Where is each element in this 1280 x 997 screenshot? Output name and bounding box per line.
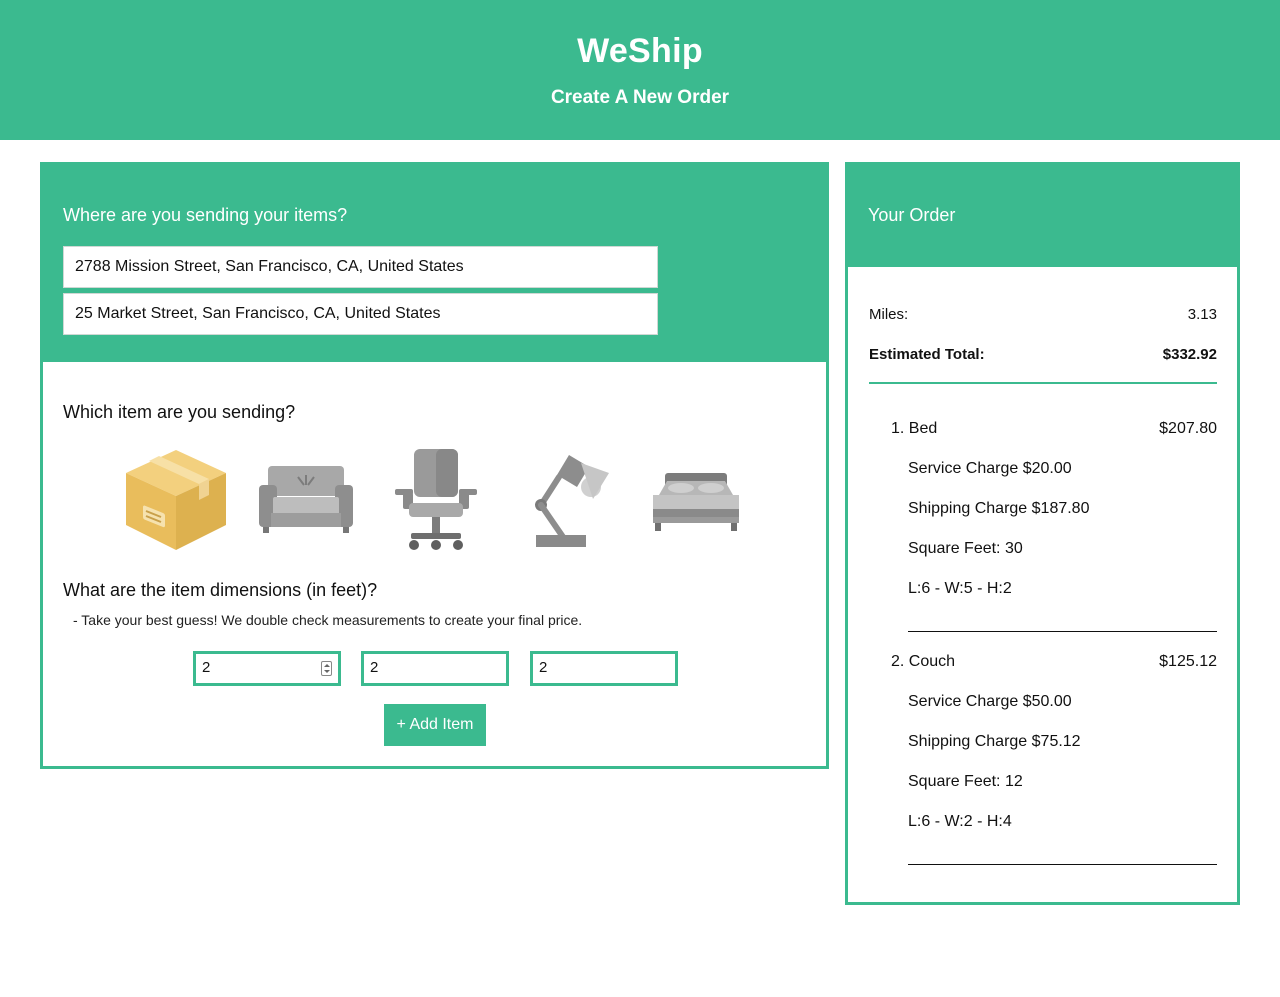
- brand-title: WeShip: [577, 32, 703, 70]
- square-feet: Square Feet: 12: [908, 773, 1023, 790]
- width-input[interactable]: 2: [361, 651, 509, 686]
- service-charge: Service Charge $20.00: [908, 460, 1072, 477]
- box-icon[interactable]: [121, 445, 231, 555]
- order-title: Your Order: [868, 205, 956, 225]
- item-question: Which item are you sending?: [63, 402, 296, 422]
- bed-icon[interactable]: [641, 445, 751, 555]
- order-item-price: $125.12: [1159, 653, 1217, 670]
- length-value: 2: [202, 659, 211, 676]
- destination-question: Where are you sending your items?: [63, 205, 348, 225]
- desk-lamp-icon[interactable]: [511, 445, 621, 555]
- add-item-button[interactable]: + Add Item: [384, 704, 486, 746]
- dimensions-hint: - Take your best guess! We double check …: [73, 612, 583, 628]
- order-summary-header: Your Order: [848, 165, 1237, 267]
- order-item-price: $207.80: [1159, 420, 1217, 437]
- summary-divider: [869, 382, 1217, 384]
- square-feet: Square Feet: 30: [908, 540, 1023, 557]
- height-value: 2: [539, 659, 548, 676]
- from-address-input[interactable]: [63, 246, 658, 288]
- width-value: 2: [370, 659, 379, 676]
- app-header: WeShip Create A New Order: [0, 0, 1280, 140]
- couch-icon[interactable]: [251, 445, 361, 555]
- miles-row: Miles: 3.13: [869, 306, 1217, 323]
- item-divider: [908, 864, 1217, 865]
- item-dimensions: L:6 - W:2 - H:4: [908, 813, 1012, 830]
- shipping-charge: Shipping Charge $75.12: [908, 733, 1081, 750]
- item-divider: [908, 631, 1217, 632]
- height-input[interactable]: 2: [530, 651, 678, 686]
- number-spinner-icon[interactable]: [321, 661, 332, 676]
- total-value: $332.92: [1162, 346, 1217, 363]
- order-item: 1. Bed $207.80: [891, 420, 1217, 438]
- miles-label: Miles:: [869, 306, 909, 323]
- to-address-input[interactable]: [63, 293, 658, 335]
- order-summary: Your Order Miles: 3.13 Estimated Total: …: [845, 162, 1240, 905]
- length-input[interactable]: 2: [193, 651, 341, 686]
- page-subtitle: Create A New Order: [550, 87, 730, 108]
- order-item-name: 2. Couch: [891, 653, 956, 670]
- dimensions-question: What are the item dimensions (in feet)?: [63, 580, 378, 600]
- shipping-charge: Shipping Charge $187.80: [908, 500, 1090, 517]
- service-charge: Service Charge $50.00: [908, 693, 1072, 710]
- miles-value: 3.13: [1187, 306, 1217, 323]
- order-item-name: 1. Bed: [891, 420, 938, 437]
- order-item: 2. Couch $125.12: [891, 653, 1217, 671]
- office-chair-icon[interactable]: [381, 445, 491, 555]
- item-picker: [121, 445, 751, 555]
- total-label: Estimated Total:: [869, 346, 985, 363]
- destination-section: Where are you sending your items?: [43, 165, 826, 362]
- item-dimensions: L:6 - W:5 - H:2: [908, 580, 1012, 597]
- total-row: Estimated Total: $332.92: [869, 346, 1217, 363]
- new-order-form: Where are you sending your items? Which …: [40, 162, 829, 769]
